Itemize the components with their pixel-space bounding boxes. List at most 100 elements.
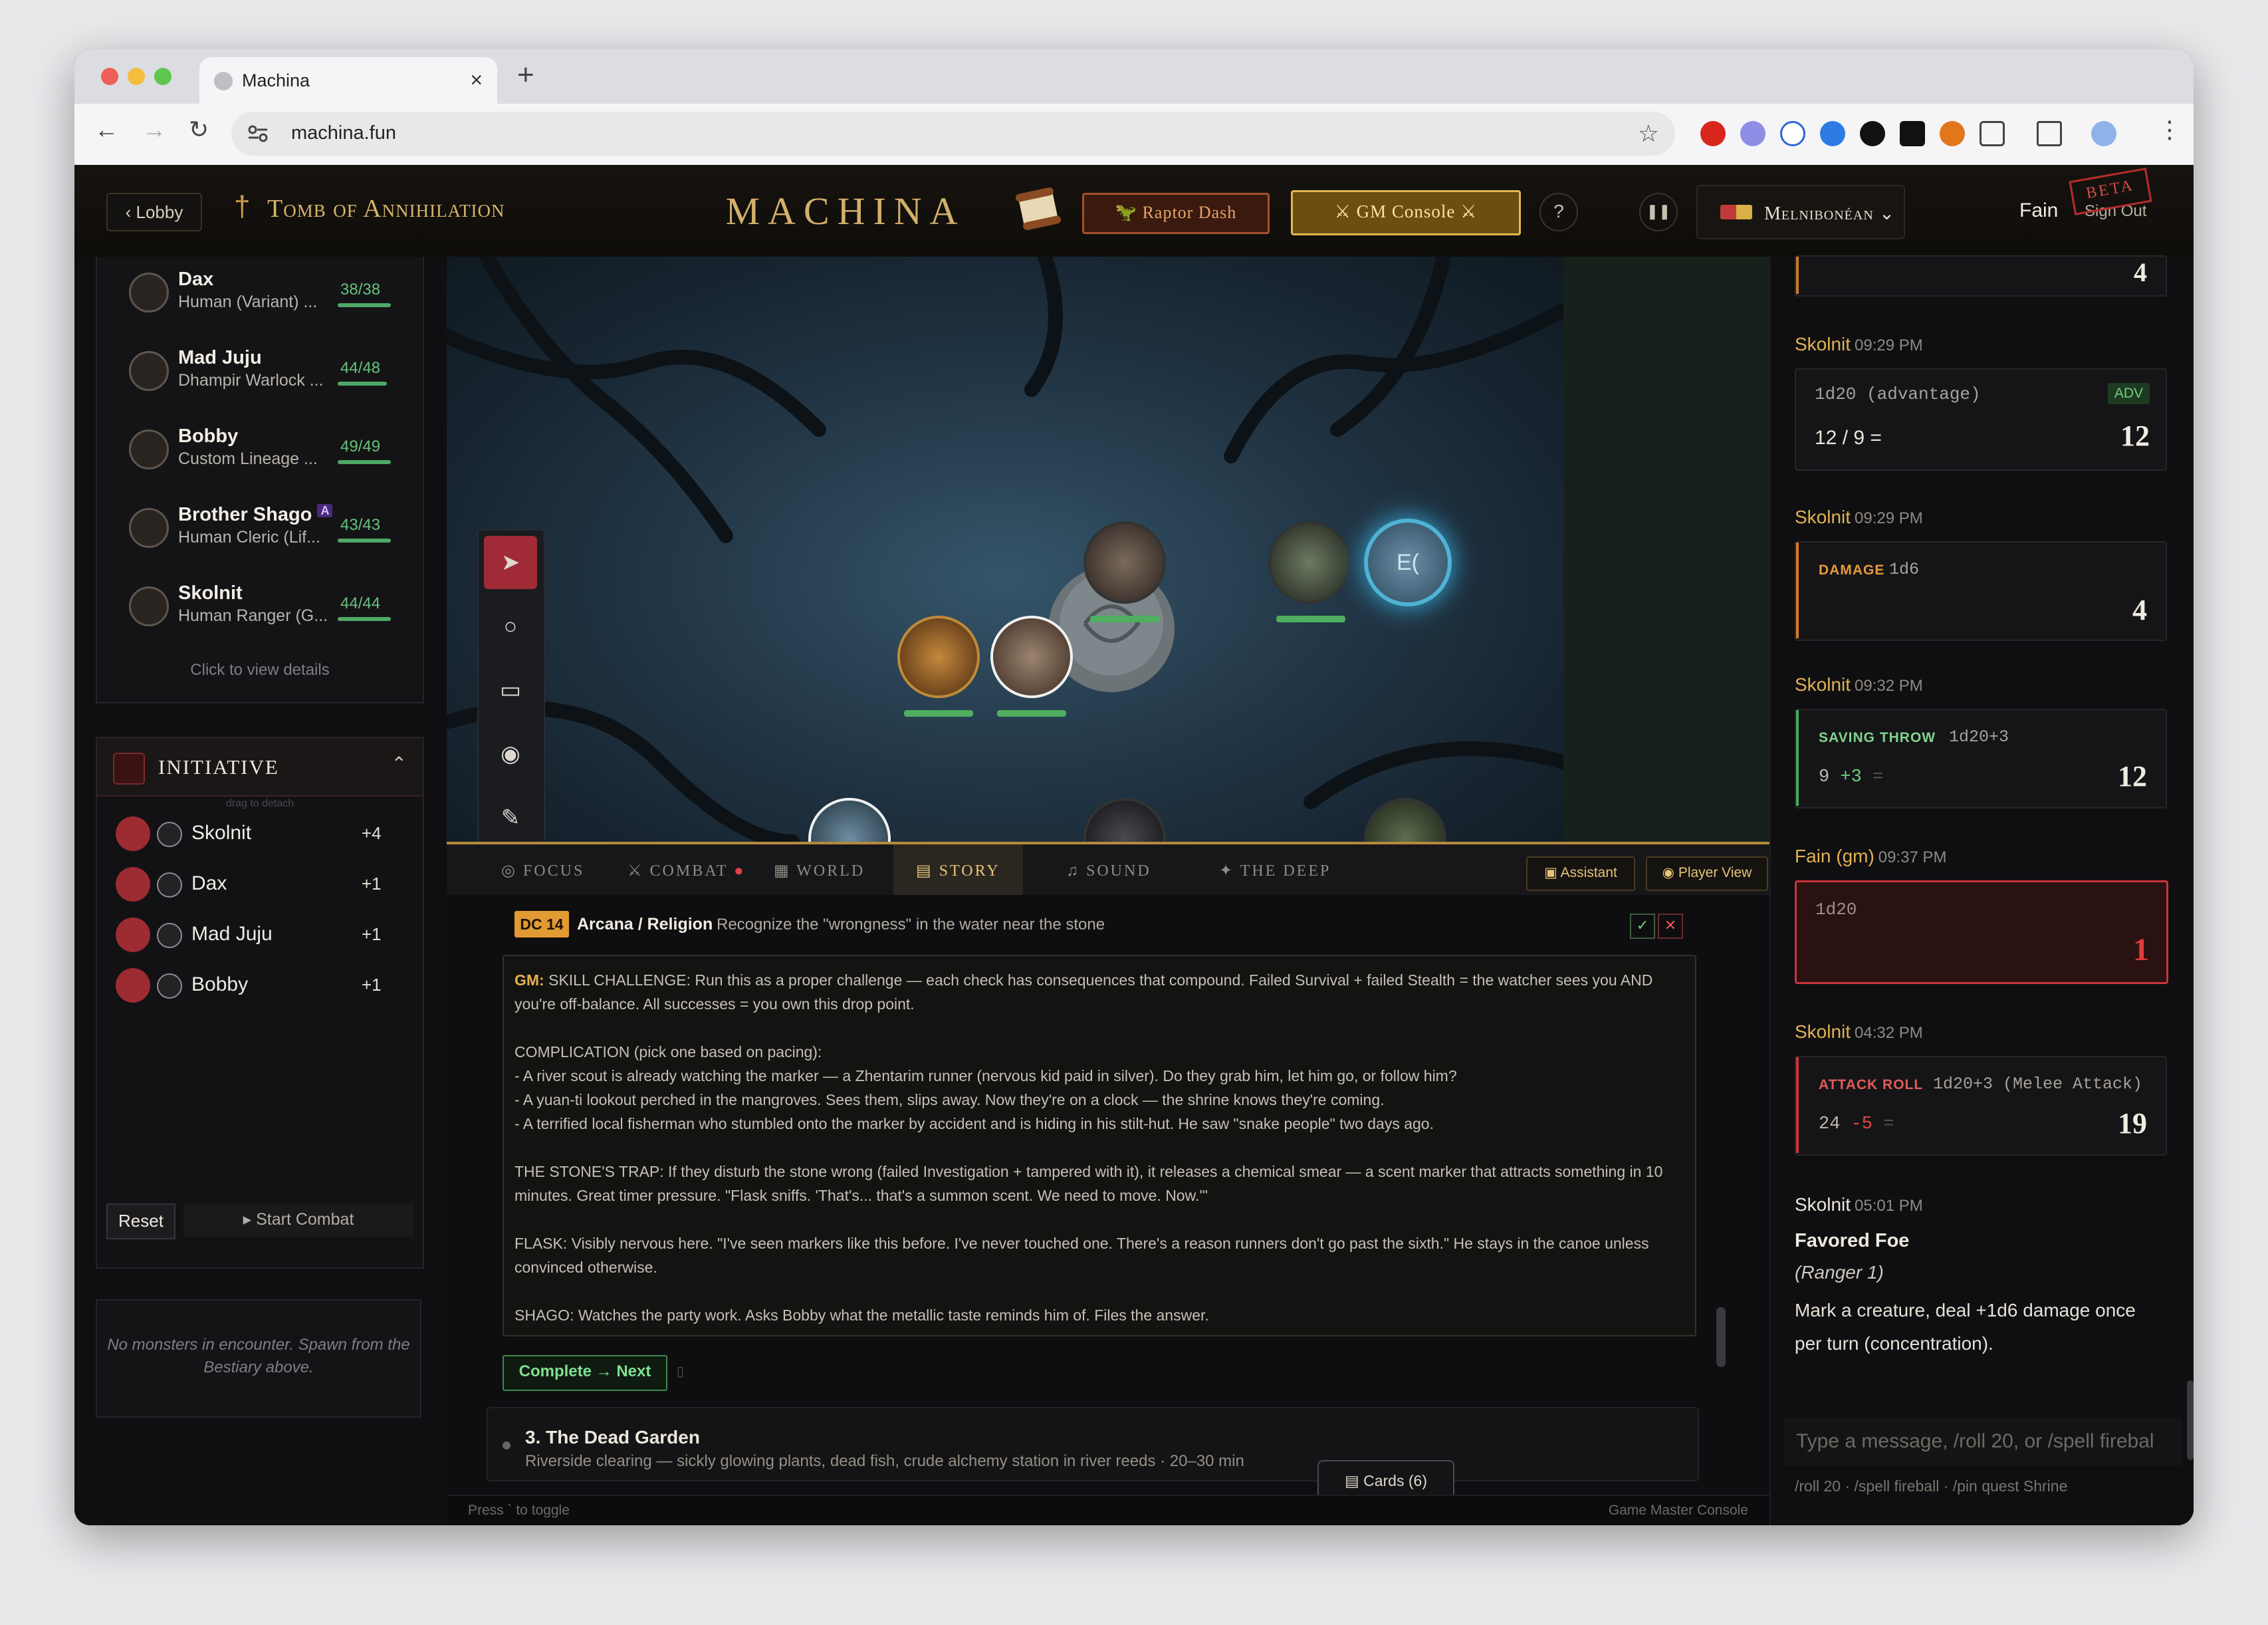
party-member[interactable]: Brother Shago A Human Cleric (Lif... 43/… xyxy=(97,492,423,565)
party-member[interactable]: Mad Juju Dhampir Warlock ... 44/48 xyxy=(97,335,423,408)
browser-menu-icon[interactable]: ⋮ xyxy=(2158,116,2182,144)
scroll-icon[interactable] xyxy=(1012,182,1065,235)
member-subtitle: Human Ranger (G... xyxy=(178,606,328,625)
bookmark-star-icon[interactable]: ☆ xyxy=(1638,120,1659,148)
initiative-bonus: +1 xyxy=(362,975,382,995)
puzzle-extensions-icon[interactable] xyxy=(1980,121,2005,146)
pencil-tool-icon[interactable]: ✎ xyxy=(484,791,537,842)
combat-alert-dot: ● xyxy=(734,862,746,880)
toggle-hint: Press ` to toggle xyxy=(468,1503,570,1518)
raptor-dash-button[interactable]: 🦖 Raptor Dash xyxy=(1082,193,1270,234)
initiative-bonus: +1 xyxy=(362,874,382,894)
initiative-row[interactable]: Bobby +1 xyxy=(97,959,423,1009)
roll-equals: = xyxy=(1872,767,1884,787)
cloud-extension-icon[interactable] xyxy=(1740,121,1765,146)
dice-icon[interactable] xyxy=(116,867,150,902)
close-window-button[interactable] xyxy=(101,68,118,85)
battle-map[interactable]: ➤ ○ ▭ ◉ ✎ E( xyxy=(447,257,1769,842)
member-hp: 49/49 xyxy=(340,438,381,455)
initiative-header[interactable]: INITIATIVE ⌃ xyxy=(97,738,423,797)
token-hp-bar xyxy=(997,710,1066,717)
tab-title: Machina xyxy=(242,70,310,90)
roll-card: SAVING THROW 1d20+3 9 +3 = 12 xyxy=(1795,709,2167,809)
initiative-row[interactable]: Mad Juju +1 xyxy=(97,908,423,959)
player-view-button[interactable]: ◉ Player View xyxy=(1646,856,1768,891)
chat-input[interactable]: Type a message, /roll 20, or /spell fire… xyxy=(1784,1418,2183,1465)
token-dwarf[interactable] xyxy=(990,616,1073,698)
globe-icon xyxy=(214,72,233,90)
token-placeholder[interactable]: E( xyxy=(1364,519,1452,606)
maximize-window-button[interactable] xyxy=(154,68,171,85)
back-icon[interactable]: ← xyxy=(94,116,118,144)
browser-window: Machina × + ← → ↻ machina.fun ☆ ⋮ ‹ Lobb… xyxy=(74,49,2194,1525)
campaign-title: Tomb of Annihilation xyxy=(267,195,505,223)
world-selector[interactable]: Melnibonéan ⌄ xyxy=(1696,185,1905,239)
lobby-button[interactable]: ‹ Lobby xyxy=(106,193,202,231)
author-name: Fain (gm) xyxy=(1795,846,1874,866)
complete-next-button[interactable]: Complete → Next xyxy=(503,1355,667,1391)
token-hooded-rogue[interactable] xyxy=(1083,521,1166,604)
token-hp-bar xyxy=(1276,616,1345,622)
select-tool-icon[interactable]: ➤ xyxy=(484,536,537,589)
help-button[interactable]: ? xyxy=(1539,193,1578,231)
class-icon xyxy=(157,822,182,847)
dice-icon[interactable] xyxy=(116,968,150,1003)
pause-button[interactable]: ❚❚ xyxy=(1639,193,1678,231)
tab-the-deep[interactable]: ✦ THE DEEP xyxy=(1206,844,1344,898)
story-scrollbar[interactable] xyxy=(1716,1307,1726,1367)
mark-fail-icon[interactable]: ✕ xyxy=(1658,914,1683,939)
token-goblin[interactable] xyxy=(1268,521,1351,604)
dice-icon[interactable] xyxy=(116,816,150,851)
reset-button[interactable]: Reset xyxy=(106,1203,175,1239)
visibility-tool-icon[interactable]: ◉ xyxy=(484,727,537,781)
gm-console-button[interactable]: ⚔ GM Console ⚔ xyxy=(1291,190,1521,235)
new-tab-icon[interactable]: + xyxy=(517,59,534,92)
start-combat-button[interactable]: ▸ Start Combat xyxy=(183,1203,413,1237)
party-member[interactable]: Skolnit Human Ranger (G... 44/44 xyxy=(97,570,423,644)
forward-icon[interactable]: → xyxy=(142,116,166,144)
chat-scrollbar[interactable] xyxy=(2187,1380,2194,1460)
gm-console-label: GM Console xyxy=(1356,201,1456,221)
bird-extension-icon[interactable] xyxy=(1820,121,1845,146)
mark-success-icon[interactable]: ✓ xyxy=(1630,914,1655,939)
minimize-window-button[interactable] xyxy=(128,68,145,85)
roll-detail: 9 +3 = xyxy=(1819,767,1883,787)
skill-name: Arcana / Religion xyxy=(577,915,713,934)
browser-tab[interactable]: Machina × xyxy=(199,57,497,104)
close-tab-icon[interactable]: × xyxy=(470,68,483,92)
dice-icon[interactable] xyxy=(116,918,150,952)
assistant-button[interactable]: ▣ Assistant xyxy=(1526,856,1635,891)
machina-app: ‹ Lobby † Tomb of Annihilation MACHINA 🦖… xyxy=(74,165,2194,1525)
tab-world[interactable]: ▦ WORLD xyxy=(760,844,878,898)
scene-item[interactable]: 3. The Dead Garden Riverside clearing — … xyxy=(487,1407,1699,1481)
onepassword-extension-icon[interactable] xyxy=(1780,121,1805,146)
site-settings-icon[interactable] xyxy=(247,124,269,144)
roll-formula: 1d20 (advantage) xyxy=(1815,384,1981,404)
metamask-extension-icon[interactable] xyxy=(1940,121,1965,146)
address-bar[interactable]: machina.fun ☆ xyxy=(231,112,1675,156)
party-member[interactable]: Dax Human (Variant) ... 38/38 xyxy=(97,257,423,330)
token-hp-bar xyxy=(1090,616,1159,622)
tab-search-icon[interactable] xyxy=(2037,121,2062,146)
circle-tool-icon[interactable]: ○ xyxy=(484,600,537,653)
token-warrior[interactable] xyxy=(897,616,980,698)
tab-combat[interactable]: ⚔ COMBAT ● xyxy=(614,844,759,898)
opera-extension-icon[interactable] xyxy=(1700,121,1726,146)
member-name: Brother Shago A xyxy=(178,504,333,526)
m-extension-icon[interactable] xyxy=(1900,121,1925,146)
class-icon xyxy=(129,273,169,312)
initiative-row[interactable]: Dax +1 xyxy=(97,858,423,908)
roll-die-value: 9 xyxy=(1819,767,1830,787)
initiative-row[interactable]: Skolnit +4 xyxy=(97,807,423,858)
tab-story[interactable]: ▤ STORY xyxy=(893,844,1023,898)
profile-avatar-icon[interactable] xyxy=(2091,121,2116,146)
ruler-tool-icon[interactable]: ▭ xyxy=(484,664,537,717)
tab-sound[interactable]: ♫ SOUND xyxy=(1053,844,1165,898)
collapse-chevron-icon[interactable]: ⌃ xyxy=(392,753,407,775)
party-member[interactable]: Bobby Custom Lineage ... 49/49 xyxy=(97,414,423,487)
browser-toolbar: ← → ↻ machina.fun ☆ ⋮ xyxy=(74,104,2194,166)
reload-icon[interactable]: ↻ xyxy=(189,116,209,144)
chat-entry-author: Skolnit 09:29 PM xyxy=(1795,334,1923,355)
x-extension-icon[interactable] xyxy=(1860,121,1885,146)
tab-focus[interactable]: ◎ FOCUS xyxy=(488,844,598,898)
